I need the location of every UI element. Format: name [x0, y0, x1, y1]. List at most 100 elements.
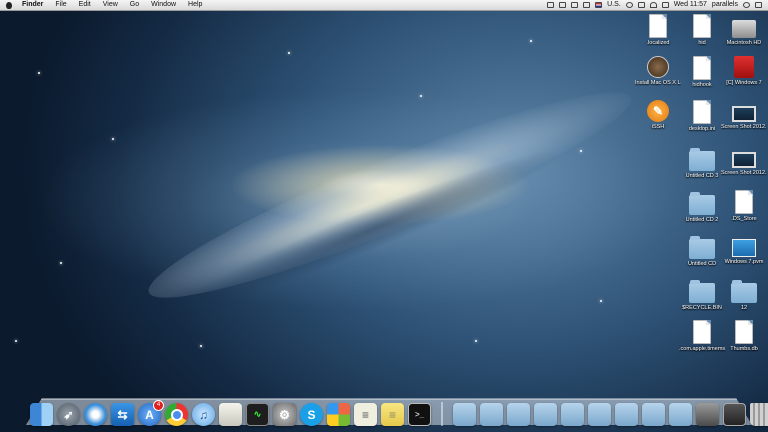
- desktop-icon-folder-12[interactable]: 12: [721, 278, 767, 312]
- desktop-icon-label: 12: [740, 305, 748, 311]
- activity-icon[interactable]: ∿: [246, 403, 269, 426]
- menu-file[interactable]: File: [49, 0, 72, 10]
- desktop-icon-label: $RECYCLE.BIN: [682, 305, 722, 311]
- user-name[interactable]: parallels: [712, 0, 738, 10]
- document-icon: [693, 56, 711, 80]
- document-icon: [649, 14, 667, 38]
- star: [38, 72, 40, 74]
- trash-icon[interactable]: [750, 403, 768, 426]
- star: [580, 150, 582, 152]
- screen-icon[interactable]: [723, 403, 746, 426]
- flag-icon[interactable]: [595, 2, 603, 8]
- folder-icon: [689, 148, 715, 171]
- search-icon[interactable]: [743, 2, 750, 8]
- dock: ➶ ⇆ A4 ♫ ∿ ⚙ S ≡ ≡ >_: [30, 398, 768, 426]
- skype-icon[interactable]: S: [300, 403, 323, 426]
- desktop-icon-hid[interactable]: hid: [679, 14, 725, 47]
- parallels-status-icon[interactable]: [547, 2, 555, 8]
- desktop-icon-localized[interactable]: .localized: [635, 14, 681, 47]
- input-source-label[interactable]: U.S.: [607, 0, 621, 10]
- folder-icon[interactable]: [534, 403, 557, 426]
- clock[interactable]: Wed 11:57: [674, 0, 707, 10]
- desktop-icon-label: Untitled CD 3: [685, 173, 719, 179]
- desktop-icon-macintosh-hd[interactable]: Macintosh HD: [721, 14, 767, 47]
- document-icon: [735, 320, 753, 344]
- document-icon: [693, 100, 711, 124]
- menu-help[interactable]: Help: [182, 0, 208, 10]
- menu-window[interactable]: Window: [145, 0, 182, 10]
- desktop-icon-untitled-cd[interactable]: Untitled CD: [679, 234, 725, 268]
- desktop-icon-label: hidhook: [692, 82, 712, 88]
- desktop-icon-label: .DS_Store: [731, 216, 757, 222]
- desktop-icon-label: Screen Shot 2012...M (2): [721, 170, 767, 176]
- desktop-icon-desktop-ini[interactable]: desktop.ini: [679, 100, 725, 133]
- folder-icon[interactable]: [507, 403, 530, 426]
- star: [200, 345, 202, 347]
- time-machine-icon[interactable]: [625, 2, 633, 8]
- folder-icon[interactable]: [669, 403, 692, 426]
- bluetooth-icon[interactable]: [637, 2, 645, 8]
- desktop-icon-label: .localized: [646, 40, 670, 46]
- menu-app-name[interactable]: Finder: [16, 0, 49, 10]
- finder-icon[interactable]: [30, 403, 53, 426]
- desktop-icon-label: Thumbs.db: [730, 346, 758, 352]
- folder-icon[interactable]: [642, 403, 665, 426]
- skype-status-icon[interactable]: [571, 2, 579, 8]
- music-icon[interactable]: ♫: [192, 403, 215, 426]
- folder-icon[interactable]: [561, 403, 584, 426]
- star: [420, 95, 422, 97]
- hard-drive-icon: [732, 20, 756, 38]
- desktop-icon-c-windows[interactable]: [C] Windows 7: [721, 56, 767, 87]
- desktop-icon-screen-shot-2[interactable]: Screen Shot 2012...M (2): [721, 146, 767, 177]
- preview-icon[interactable]: [219, 403, 242, 426]
- desktop-icon-install-macos[interactable]: Install Mac OS X Lion: [635, 56, 681, 87]
- wifi-icon[interactable]: [649, 2, 657, 8]
- star: [112, 138, 114, 140]
- star: [15, 340, 17, 342]
- desktop-icon-windows-7-pvm[interactable]: Windows 7.pvm: [721, 234, 767, 266]
- list-icon[interactable]: [755, 2, 762, 8]
- desktop-icon-label: .com.apple.timems...orted: [679, 346, 725, 352]
- desktop-icon-issh[interactable]: ✎ iSSH: [635, 100, 681, 131]
- downloads-stack-icon[interactable]: [696, 403, 719, 426]
- menu-go[interactable]: Go: [124, 0, 145, 10]
- desktop-icon-screen-shot-1[interactable]: Screen Shot 2012...5 AM: [721, 100, 767, 131]
- document-icon: [693, 14, 711, 38]
- rocket-icon[interactable]: ➶: [57, 403, 80, 426]
- desktop-icon-untitled-cd-2[interactable]: Untitled CD 2: [679, 190, 725, 224]
- chrome-icon[interactable]: [165, 403, 188, 426]
- teamviewer-icon[interactable]: ⇆: [111, 403, 134, 426]
- desktop-icon-label: Macintosh HD: [726, 40, 762, 46]
- menu-view[interactable]: View: [97, 0, 124, 10]
- desktop-icon-thumbs-db[interactable]: Thumbs.db: [721, 320, 767, 353]
- desktop-icon-label: hid: [698, 40, 706, 46]
- terminal-icon[interactable]: >_: [408, 403, 431, 426]
- applications-stack-icon[interactable]: [453, 403, 476, 426]
- windows-icon[interactable]: [327, 403, 350, 426]
- apple-menu-icon[interactable]: [6, 1, 12, 9]
- desktop-icon-label: Install Mac OS X Lion: [635, 80, 681, 86]
- notes-icon[interactable]: ≡: [381, 403, 404, 426]
- desktop-icon-label: desktop.ini: [688, 126, 716, 132]
- desktop-icon-untitled-cd-3[interactable]: Untitled CD 3: [679, 146, 725, 180]
- script-icon[interactable]: ≡: [354, 403, 377, 426]
- desktop-icon-recycle-bin[interactable]: $RECYCLE.BIN: [679, 278, 725, 312]
- documents-stack-icon[interactable]: [480, 403, 503, 426]
- desktop-icon-hidhook[interactable]: hidhook: [679, 56, 725, 89]
- volume-icon[interactable]: [661, 2, 669, 8]
- star: [530, 40, 532, 42]
- menu-edit[interactable]: Edit: [73, 0, 97, 10]
- star: [600, 300, 602, 302]
- desktop-icon-ds-store[interactable]: .DS_Store: [721, 190, 767, 223]
- teamviewer-status-icon[interactable]: [559, 2, 567, 8]
- compass-icon[interactable]: [84, 403, 107, 426]
- appstore-icon[interactable]: A4: [138, 400, 164, 426]
- folder-icon: [689, 236, 715, 259]
- gear-icon[interactable]: ⚙: [273, 403, 296, 426]
- galaxy-dust-lane: [167, 132, 573, 328]
- screen-status-icon[interactable]: [583, 2, 591, 8]
- screenshot-icon: [732, 106, 756, 122]
- folder-icon[interactable]: [588, 403, 611, 426]
- folder-icon[interactable]: [615, 403, 638, 426]
- desktop-icon-com-apple-timemachine[interactable]: .com.apple.timems...orted: [679, 320, 725, 353]
